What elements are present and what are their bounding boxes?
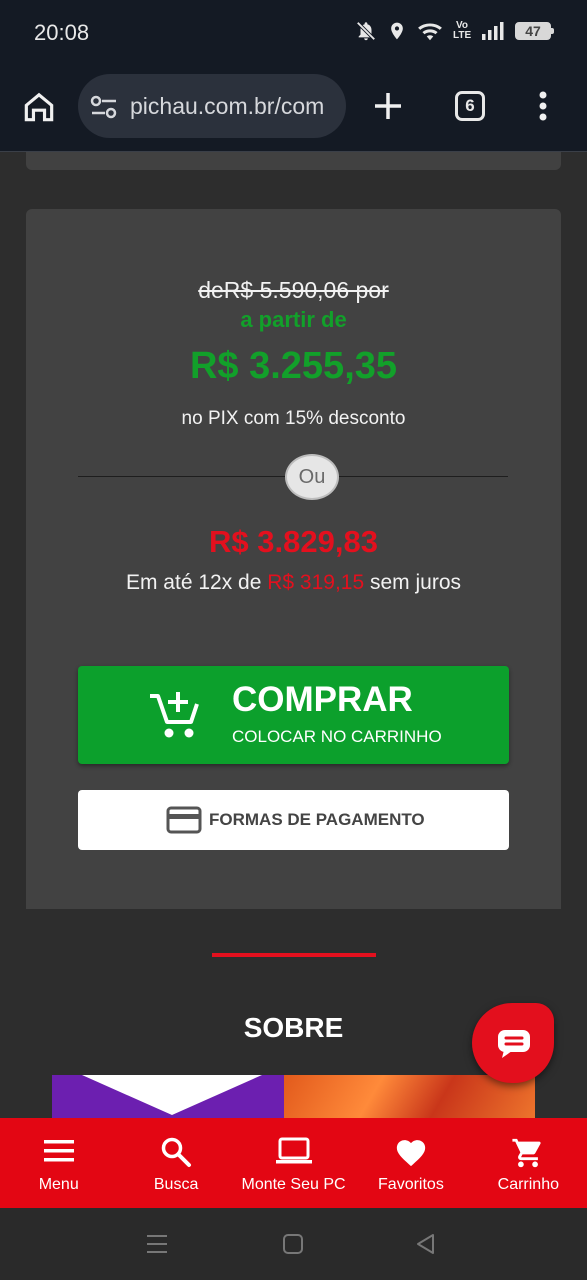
bottom-navigation: Menu Busca Monte Seu PC Favoritos Carrin… [0,1118,587,1208]
section-accent-line [212,953,376,957]
battery-level: 47 [525,23,541,39]
nav-item-busca[interactable]: Busca [117,1118,234,1208]
installments-prefix: Em até 12x de [125,571,262,594]
status-bar: 20:08 Vo LTE 47 [0,0,587,68]
chat-icon [498,1030,530,1058]
tune-icon[interactable] [90,94,118,120]
installment-value: R$ 319,15 [267,571,365,594]
nav-item-carrinho[interactable]: Carrinho [470,1118,587,1208]
home-button[interactable] [20,88,60,128]
buy-button[interactable]: COMPRAR COLOCAR NO CARRINHO [78,666,509,764]
card-price: R$ 3.829,83 [209,524,378,559]
plus-icon [375,93,401,119]
installments-text: Em até 12x de R$ 319,15 sem juros [26,571,561,595]
home-icon [24,92,54,122]
credit-card-icon [166,806,202,834]
buy-button-title: COMPRAR [232,680,413,719]
system-navigation-bar [0,1208,587,1280]
cart-icon [512,1138,541,1168]
pix-price: R$ 3.255,35 [189,345,398,387]
nav-label-busca: Busca [153,1176,199,1193]
or-badge: Ou [285,454,339,500]
more-vert-icon [539,91,547,121]
recents-icon[interactable] [146,1232,168,1256]
tab-switcher-button[interactable]: 6 [455,91,485,121]
nav-label-favoritos: Favoritos [378,1176,444,1193]
payment-methods-button[interactable]: FORMAS DE PAGAMENTO [78,790,509,850]
status-icons: Vo LTE 47 [355,20,554,42]
mute-icon [355,20,377,42]
home-system-icon[interactable] [282,1232,304,1256]
previous-card-edge [26,152,561,170]
new-tab-button[interactable] [372,90,404,127]
nav-label-monte-seu-pc: Monte Seu PC [241,1176,346,1193]
menu-icon [43,1140,74,1162]
add-to-cart-icon [150,692,199,738]
search-icon [161,1137,192,1167]
buy-button-subtitle: COLOCAR NO CARRINHO [232,727,442,746]
nav-item-monte-seu-pc[interactable]: Monte Seu PC [235,1118,352,1208]
status-time: 20:08 [34,20,90,45]
browser-toolbar: pichau.com.br/com 6 [0,68,587,152]
nav-item-menu[interactable]: Menu [0,1118,117,1208]
nav-item-favoritos[interactable]: Favoritos [352,1118,469,1208]
wifi-icon [417,20,443,42]
from-label: a partir de [240,307,347,332]
url-bar[interactable]: pichau.com.br/com [78,74,346,138]
location-icon [387,20,407,42]
payment-methods-label: FORMAS DE PAGAMENTO [209,810,425,829]
heart-icon [396,1140,426,1167]
more-menu-button[interactable] [538,90,548,127]
nav-label-carrinho: Carrinho [497,1176,559,1193]
pix-discount-note: no PIX com 15% desconto [181,408,406,429]
signal-icon [481,21,505,41]
volte-indicator: Vo LTE [453,20,472,41]
url-text: pichau.com.br/com [130,93,325,119]
old-price: deR$ 5.590,06 por [198,277,389,303]
installments-suffix: sem juros [370,571,462,594]
back-icon[interactable] [414,1232,436,1256]
laptop-icon [275,1137,312,1164]
battery-icon: 47 [515,22,554,40]
chat-button[interactable] [472,1003,554,1083]
nav-label-menu: Menu [38,1176,79,1193]
price-card: deR$ 5.590,06 por a partir de R$ 3.255,3… [26,209,561,909]
